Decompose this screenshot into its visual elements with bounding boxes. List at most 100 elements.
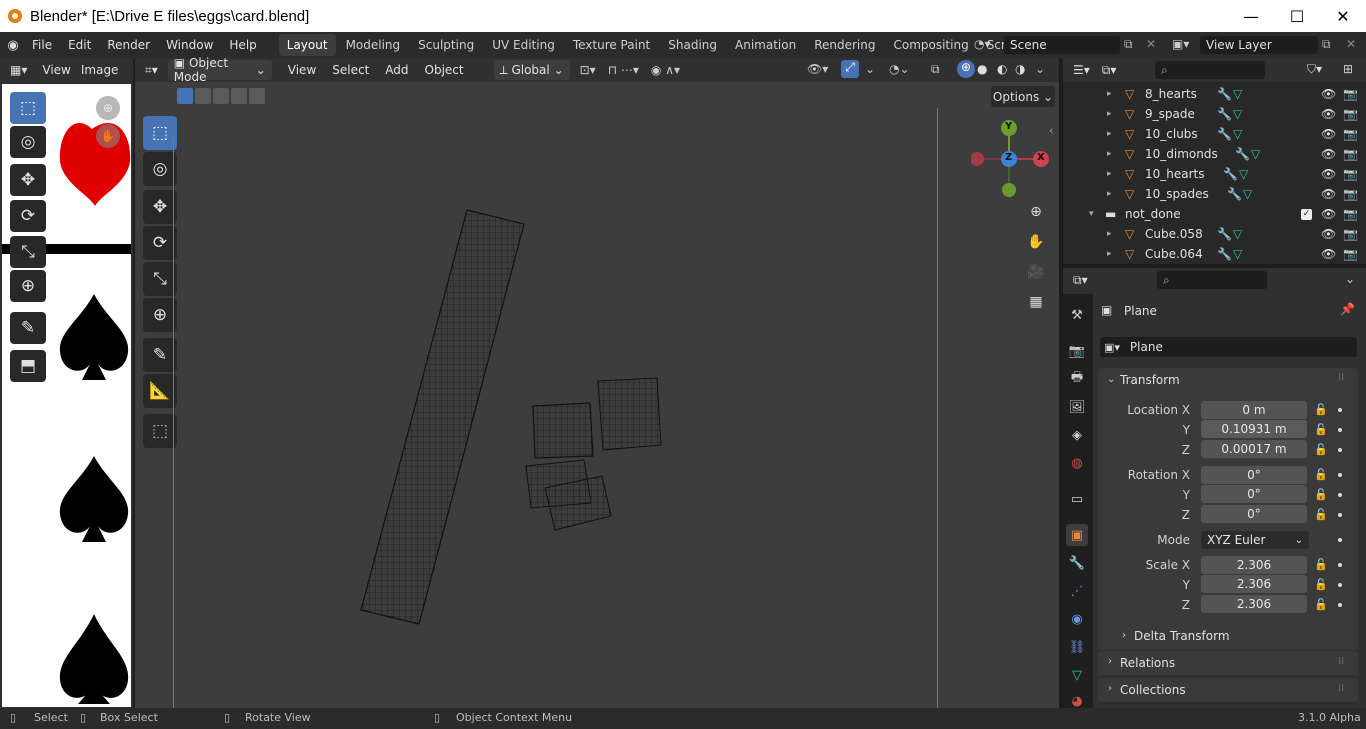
collections-drag-icon[interactable]: ⁞⁞	[1338, 683, 1344, 694]
keyframe-mode-icon[interactable]	[1338, 538, 1342, 542]
scale-y-field[interactable]: 2.306	[1201, 575, 1307, 593]
keyframe-location-x-icon[interactable]	[1338, 408, 1342, 412]
outliner-collection-row[interactable]: ▾ ▬ not_done ✓ 👁 📷	[1063, 204, 1363, 224]
outliner-row[interactable]: ▸ ▽ 10_dimonds 🔧 ▽ 👁 📷	[1063, 144, 1363, 164]
scene-tab-icon[interactable]: ◈	[1066, 424, 1088, 446]
outliner-row[interactable]: ▸ ▽ 10_hearts 🔧 ▽ 👁 📷	[1063, 164, 1363, 184]
menu-render[interactable]: Render	[99, 32, 158, 58]
image-menu-image[interactable]: Image	[76, 57, 124, 83]
tab-modeling[interactable]: Modeling	[338, 34, 409, 56]
keyframe-rotation-x-icon[interactable]	[1338, 473, 1342, 477]
tool-tab-icon[interactable]: ⚒	[1066, 304, 1088, 326]
collection-tab-icon[interactable]: ▭	[1066, 488, 1088, 510]
transform-collapse-icon[interactable]: ⌄	[1107, 374, 1115, 385]
keyframe-location-z-icon[interactable]	[1338, 448, 1342, 452]
relations-drag-icon[interactable]: ⁞⁞	[1338, 656, 1344, 667]
outliner-row[interactable]: ▸ ▽ Cube.064 🔧 ▽ 👁 📷	[1063, 244, 1363, 264]
outliner-row[interactable]: ▸ ▽ 10_clubs 🔧 ▽ 👁 📷	[1063, 124, 1363, 144]
display-mode-icon[interactable]: ⧉▾	[1102, 63, 1117, 78]
lock-scale-z-icon[interactable]: 🔓	[1314, 598, 1328, 611]
outliner-row[interactable]: ▸ ▽ 10_spades 🔧 ▽ 👁 📷	[1063, 184, 1363, 204]
maximize-button[interactable]: ☐	[1274, 0, 1320, 32]
collections-panel-title[interactable]: Collections	[1120, 683, 1186, 697]
remove-scene-icon[interactable]: ✕	[1146, 37, 1156, 51]
scene-field[interactable]: Scene	[1004, 36, 1120, 54]
keyframe-scale-y-icon[interactable]	[1338, 583, 1342, 587]
particles-tab-icon[interactable]: ⋰	[1066, 580, 1088, 602]
output-tab-icon[interactable]: 🖶	[1066, 368, 1088, 390]
move-tool-icon[interactable]: ✥	[10, 164, 46, 196]
location-y-field[interactable]: 0.10931 m	[1201, 420, 1307, 438]
constraints-tab-icon[interactable]: ⛓	[1066, 636, 1088, 658]
outliner-row[interactable]: ▸ ▽ Cube.058 🔧 ▽ 👁 📷	[1063, 224, 1363, 244]
editor-type-icon[interactable]: ▦▾	[10, 63, 27, 77]
rotation-mode-select[interactable]: XYZ Euler ⌄	[1201, 531, 1309, 549]
pin-icon[interactable]: 📌	[1340, 302, 1355, 316]
location-z-field[interactable]: 0.00017 m	[1201, 440, 1307, 458]
lock-rotation-y-icon[interactable]: 🔓	[1314, 488, 1328, 501]
scale-tool-icon[interactable]: ⤡	[10, 236, 46, 268]
rotation-y-field[interactable]: 0°	[1201, 485, 1307, 503]
tab-texture-paint[interactable]: Texture Paint	[565, 34, 658, 56]
menu-file[interactable]: File	[24, 32, 60, 58]
view-layer-field[interactable]: View Layer	[1200, 36, 1318, 54]
keyframe-scale-x-icon[interactable]	[1338, 563, 1342, 567]
lock-location-x-icon[interactable]: 🔓	[1314, 403, 1328, 416]
close-button[interactable]: ✕	[1320, 0, 1366, 32]
lock-location-y-icon[interactable]: 🔓	[1314, 423, 1328, 436]
object-datablock-field[interactable]: ▣▾ Plane	[1100, 337, 1357, 357]
lock-scale-y-icon[interactable]: 🔓	[1314, 578, 1328, 591]
keyframe-rotation-y-icon[interactable]	[1338, 493, 1342, 497]
lock-scale-x-icon[interactable]: 🔓	[1314, 558, 1328, 571]
zoom-icon[interactable]: ⊕	[96, 96, 120, 120]
menu-help[interactable]: Help	[221, 32, 264, 58]
properties-options-icon[interactable]: ⌄	[1345, 272, 1355, 286]
remove-view-layer-icon[interactable]: ✕	[1346, 37, 1356, 51]
scene-icon[interactable]: ◔▾	[974, 37, 991, 51]
outliner-editor-type-icon[interactable]: ☰▾	[1073, 63, 1090, 77]
keyframe-location-y-icon[interactable]	[1338, 428, 1342, 432]
outliner-row[interactable]: ▸ ▽ 8_hearts 🔧 ▽ 👁 📷	[1063, 84, 1363, 104]
copy-view-layer-icon[interactable]: ⧉	[1322, 37, 1331, 52]
blender-menu-icon[interactable]: ◉	[2, 34, 24, 56]
render-tab-icon[interactable]: 📷	[1066, 340, 1088, 362]
perspective-toggle-icon[interactable]: ▦	[1025, 294, 1047, 316]
properties-search-input[interactable]: ⌕	[1157, 271, 1267, 289]
annotate-tool-icon[interactable]: ✎	[10, 312, 46, 344]
modifier-tab-icon[interactable]: 🔧	[1066, 552, 1088, 574]
transform-tool-icon[interactable]: ⊕	[10, 270, 46, 302]
navigation-gizmo[interactable]: Y X Z	[970, 120, 1051, 200]
sidebar-toggle-icon[interactable]: ‹	[1049, 124, 1053, 137]
minimize-button[interactable]: —	[1228, 0, 1274, 32]
tab-compositing[interactable]: Compositing	[885, 34, 976, 56]
panel-drag-icon[interactable]: ⁞⁞	[1338, 372, 1344, 383]
tab-uv-editing[interactable]: UV Editing	[484, 34, 563, 56]
lock-location-z-icon[interactable]: 🔓	[1314, 443, 1328, 456]
lock-rotation-x-icon[interactable]: 🔓	[1314, 468, 1328, 481]
world-tab-icon[interactable]: ◍	[1066, 452, 1088, 474]
outliner-row[interactable]: ▸ ▽ 9_spade 🔧 ▽ 👁 📷	[1063, 104, 1363, 124]
zoom-in-icon[interactable]: ⊕	[1025, 204, 1047, 226]
lock-rotation-z-icon[interactable]: 🔓	[1314, 508, 1328, 521]
3d-viewport[interactable]: ⌗▾ ▣ Object Mode ⌄ View Select Add Object…	[135, 56, 1059, 708]
collections-expand-icon[interactable]: ›	[1108, 683, 1112, 694]
pan-icon[interactable]: ✋	[1025, 234, 1047, 256]
menu-window[interactable]: Window	[158, 32, 221, 58]
relations-expand-icon[interactable]: ›	[1108, 656, 1112, 667]
outliner-search-input[interactable]: ⌕	[1155, 61, 1265, 79]
camera-view-icon[interactable]: 🎥	[1025, 264, 1047, 286]
select-box-tool-icon[interactable]: ⬚	[10, 92, 46, 124]
view-layer-tab-icon[interactable]: 🖼	[1066, 396, 1088, 418]
scale-z-field[interactable]: 2.306	[1201, 595, 1307, 613]
scale-x-field[interactable]: 2.306	[1201, 556, 1307, 574]
sample-tool-icon[interactable]: ⬒	[10, 350, 46, 382]
tab-layout[interactable]: Layout	[278, 34, 336, 56]
delta-transform-expand-icon[interactable]: ›	[1122, 630, 1126, 641]
image-menu-view[interactable]: View	[37, 57, 75, 83]
tab-rendering[interactable]: Rendering	[806, 34, 883, 56]
cursor-tool-icon[interactable]: ◎	[10, 126, 46, 158]
delta-transform-subpanel[interactable]: Delta Transform	[1134, 629, 1230, 643]
tab-sculpting[interactable]: Sculpting	[410, 34, 482, 56]
rotation-z-field[interactable]: 0°	[1201, 505, 1307, 523]
keyframe-scale-z-icon[interactable]	[1338, 603, 1342, 607]
